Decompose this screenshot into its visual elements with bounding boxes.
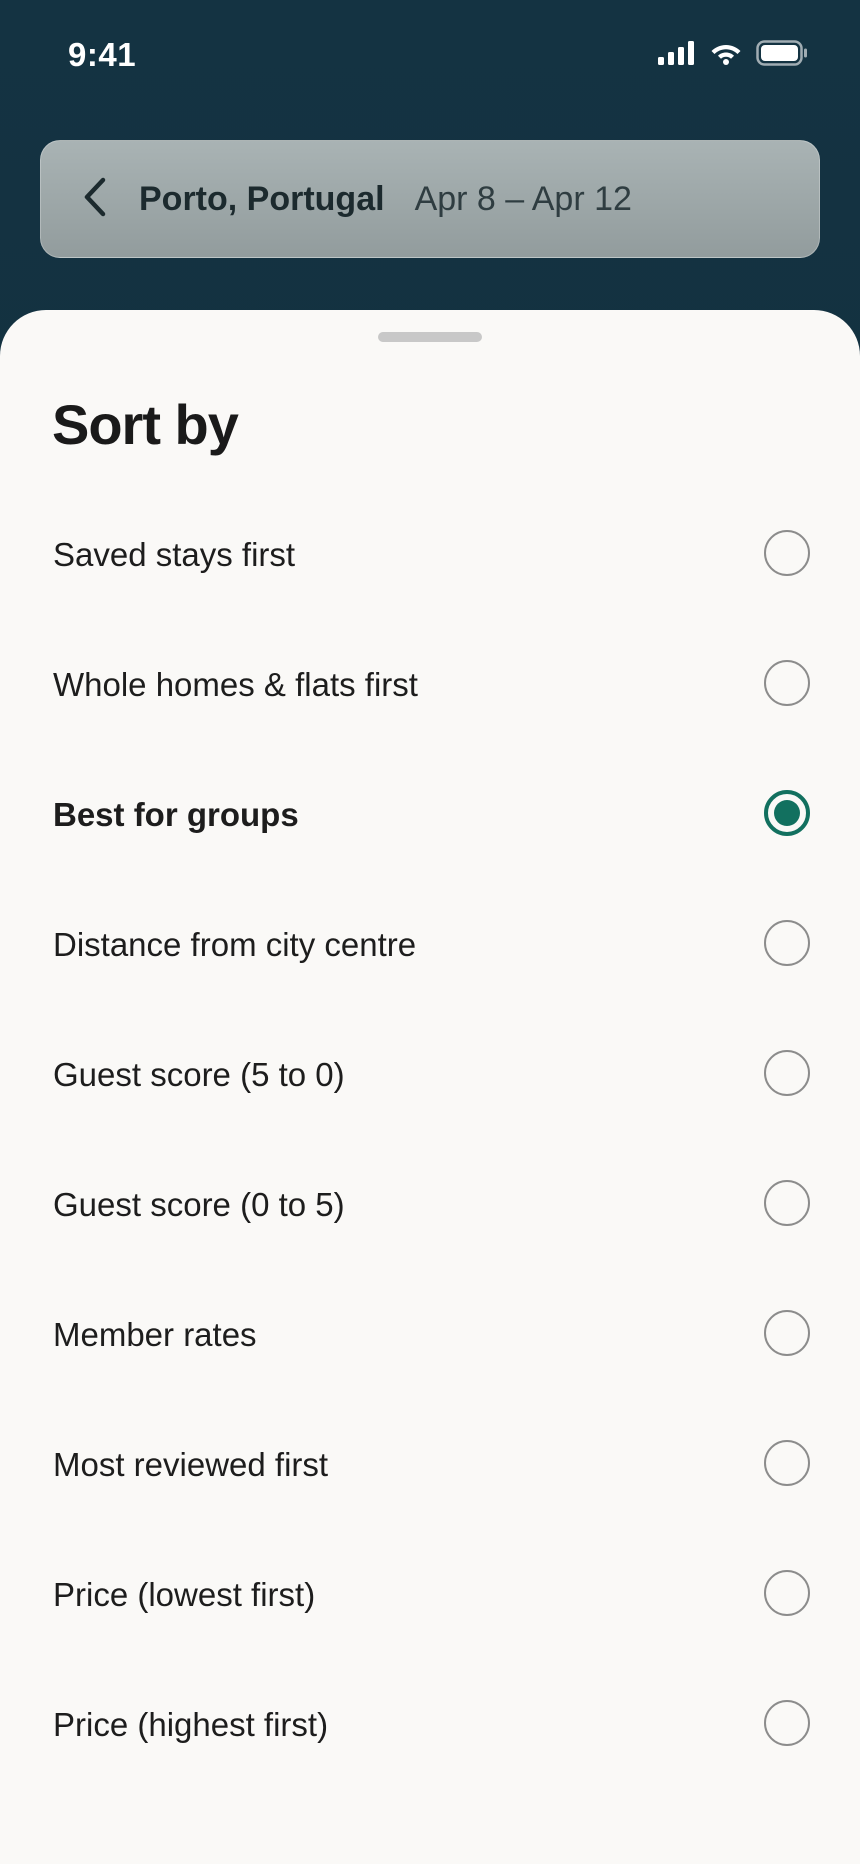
sort-option-whole-homes-first[interactable]: Whole homes & flats first: [0, 620, 860, 750]
sort-option-guest-score-desc[interactable]: Guest score (5 to 0): [0, 1010, 860, 1140]
radio-button[interactable]: [764, 660, 810, 706]
search-summary-bar[interactable]: Porto, Portugal Apr 8 – Apr 12: [40, 140, 820, 258]
sort-option-member-rates[interactable]: Member rates: [0, 1270, 860, 1400]
sort-option-price-lowest[interactable]: Price (lowest first): [0, 1530, 860, 1660]
sort-option-label: Saved stays first: [53, 536, 296, 573]
sort-option-label: Guest score (0 to 5): [53, 1186, 345, 1223]
sort-options-list: Saved stays first Whole homes & flats fi…: [0, 490, 860, 1790]
cellular-signal-icon: [658, 41, 696, 70]
sort-option-best-for-groups[interactable]: Best for groups: [0, 750, 860, 880]
radio-button[interactable]: [764, 1180, 810, 1226]
sort-bottom-sheet: Sort by Saved stays first Whole homes & …: [0, 310, 860, 1864]
wifi-icon: [710, 41, 742, 70]
status-time: 9:41: [68, 36, 137, 73]
radio-button[interactable]: [764, 530, 810, 576]
chevron-left-icon: [81, 176, 111, 223]
back-button[interactable]: [67, 170, 125, 228]
sort-option-distance-from-centre[interactable]: Distance from city centre: [0, 880, 860, 1010]
sort-option-label: Whole homes & flats first: [53, 666, 418, 703]
sort-option-price-highest[interactable]: Price (highest first): [0, 1660, 860, 1790]
sort-option-label: Best for groups: [53, 796, 299, 833]
status-icons: [658, 40, 808, 71]
battery-icon: [756, 40, 808, 71]
radio-selected-dot: [774, 800, 800, 826]
sort-option-most-reviewed[interactable]: Most reviewed first: [0, 1400, 860, 1530]
radio-button[interactable]: [764, 1310, 810, 1356]
radio-button-selected[interactable]: [764, 790, 810, 836]
sort-option-label: Member rates: [53, 1316, 257, 1353]
search-location: Porto, Portugal: [139, 179, 385, 218]
sort-option-label: Most reviewed first: [53, 1446, 329, 1483]
sort-option-label: Price (highest first): [53, 1706, 329, 1743]
radio-button[interactable]: [764, 1440, 810, 1486]
radio-button[interactable]: [764, 920, 810, 966]
app-screen: 9:41 Porto, Portugal Apr 8 – Apr 12 Sort…: [0, 0, 860, 1864]
sheet-grabber-handle[interactable]: [378, 332, 482, 342]
radio-button[interactable]: [764, 1050, 810, 1096]
sheet-title: Sort by: [52, 393, 239, 456]
radio-button[interactable]: [764, 1700, 810, 1746]
radio-button[interactable]: [764, 1570, 810, 1616]
status-bar: 9:41: [0, 0, 860, 110]
sort-option-label: Price (lowest first): [53, 1576, 316, 1613]
search-dates: Apr 8 – Apr 12: [414, 179, 632, 218]
sort-option-guest-score-asc[interactable]: Guest score (0 to 5): [0, 1140, 860, 1270]
sort-option-saved-stays-first[interactable]: Saved stays first: [0, 490, 860, 620]
sort-option-label: Distance from city centre: [53, 926, 417, 963]
sort-option-label: Guest score (5 to 0): [53, 1056, 345, 1093]
